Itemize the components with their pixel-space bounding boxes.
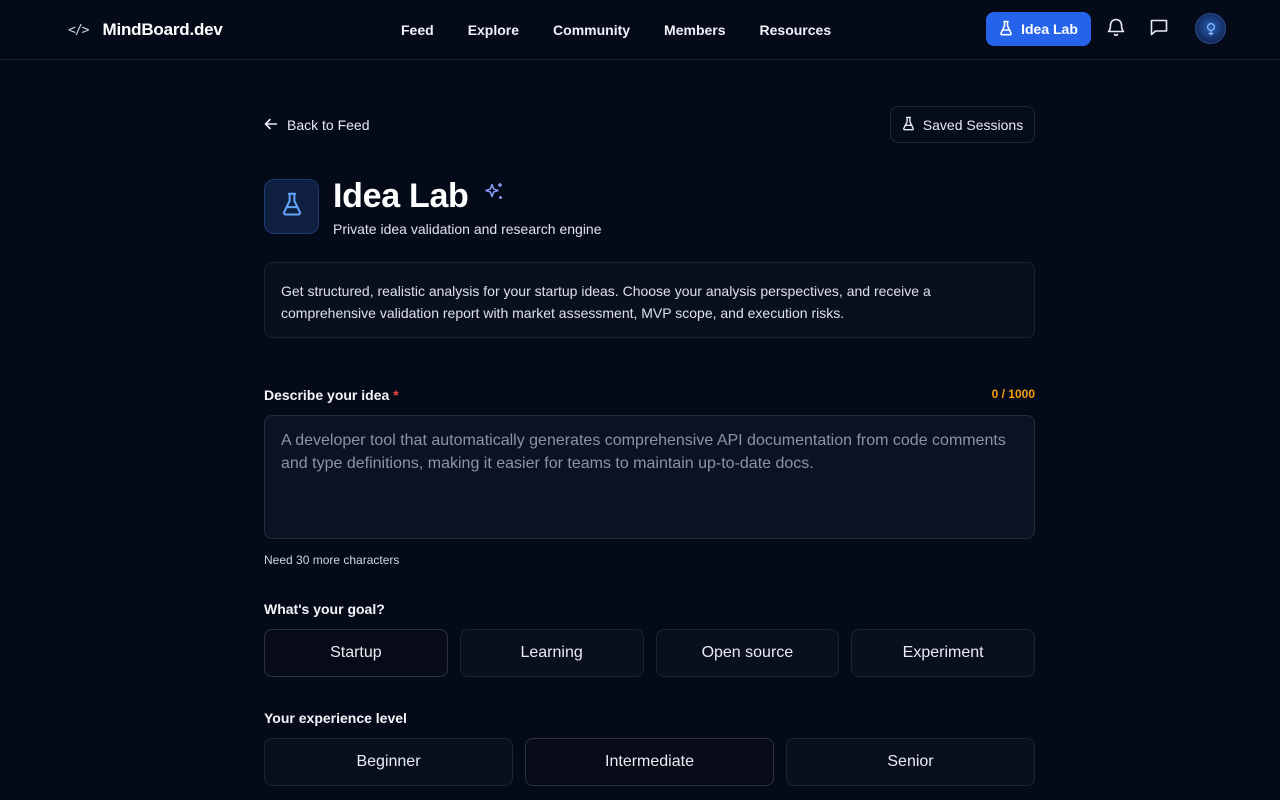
idea-label: Describe your idea * [264,387,399,403]
experience-label: Your experience level [264,710,407,726]
top-navbar: </> MindBoard.dev Feed Explore Community… [0,0,1280,60]
character-hint: Need 30 more characters [264,553,400,567]
saved-sessions-button[interactable]: Saved Sessions [890,106,1035,143]
messages-button[interactable] [1148,17,1170,41]
goal-option-experiment[interactable]: Experiment [851,629,1035,677]
bell-icon [1107,17,1125,42]
back-link-label: Back to Feed [287,117,370,133]
required-mark: * [393,387,399,403]
sparkles-icon [483,181,505,208]
idea-label-text: Describe your idea [264,387,390,403]
goal-option-learning[interactable]: Learning [459,629,644,677]
notifications-button[interactable] [1105,17,1127,41]
message-icon [1149,17,1169,42]
brand-name: MindBoard.dev [102,20,223,39]
goal-option-open-source[interactable]: Open source [655,629,840,677]
nav-community[interactable]: Community [553,20,630,40]
idea-textarea[interactable] [264,415,1035,539]
flask-icon [281,191,303,222]
page-subtitle: Private idea validation and research eng… [333,221,602,237]
flask-icon [999,20,1013,39]
intro-description: Get structured, realistic analysis for y… [264,262,1035,338]
arrow-left-icon [264,117,278,134]
nav-explore[interactable]: Explore [468,20,519,40]
nav-feed[interactable]: Feed [401,20,434,40]
avatar[interactable] [1195,13,1226,44]
flask-icon [902,116,915,134]
nav-members[interactable]: Members [664,20,725,40]
experience-option-senior[interactable]: Senior [786,738,1035,786]
page-title: Idea Lab [333,177,469,215]
idea-lab-button[interactable]: Idea Lab [986,12,1091,46]
experience-option-beginner[interactable]: Beginner [264,738,513,786]
experience-option-intermediate[interactable]: Intermediate [525,738,774,786]
goal-option-startup[interactable]: Startup [264,629,448,677]
character-counter: 0 / 1000 [991,387,1035,401]
nav-resources[interactable]: Resources [760,20,832,40]
main-nav: Feed Explore Community Members Resources [401,20,831,40]
goal-label: What's your goal? [264,601,385,617]
code-icon: </> [68,22,90,38]
experience-options: Beginner Intermediate Senior [264,738,1035,786]
back-to-feed-link[interactable]: Back to Feed [264,114,370,136]
goal-options: Startup Learning Open source Experiment [264,629,1035,677]
idea-lab-label: Idea Lab [1021,21,1078,37]
idea-lab-logo [264,179,319,234]
brand-logo[interactable]: </> MindBoard.dev [68,18,223,42]
saved-sessions-label: Saved Sessions [922,116,1024,133]
